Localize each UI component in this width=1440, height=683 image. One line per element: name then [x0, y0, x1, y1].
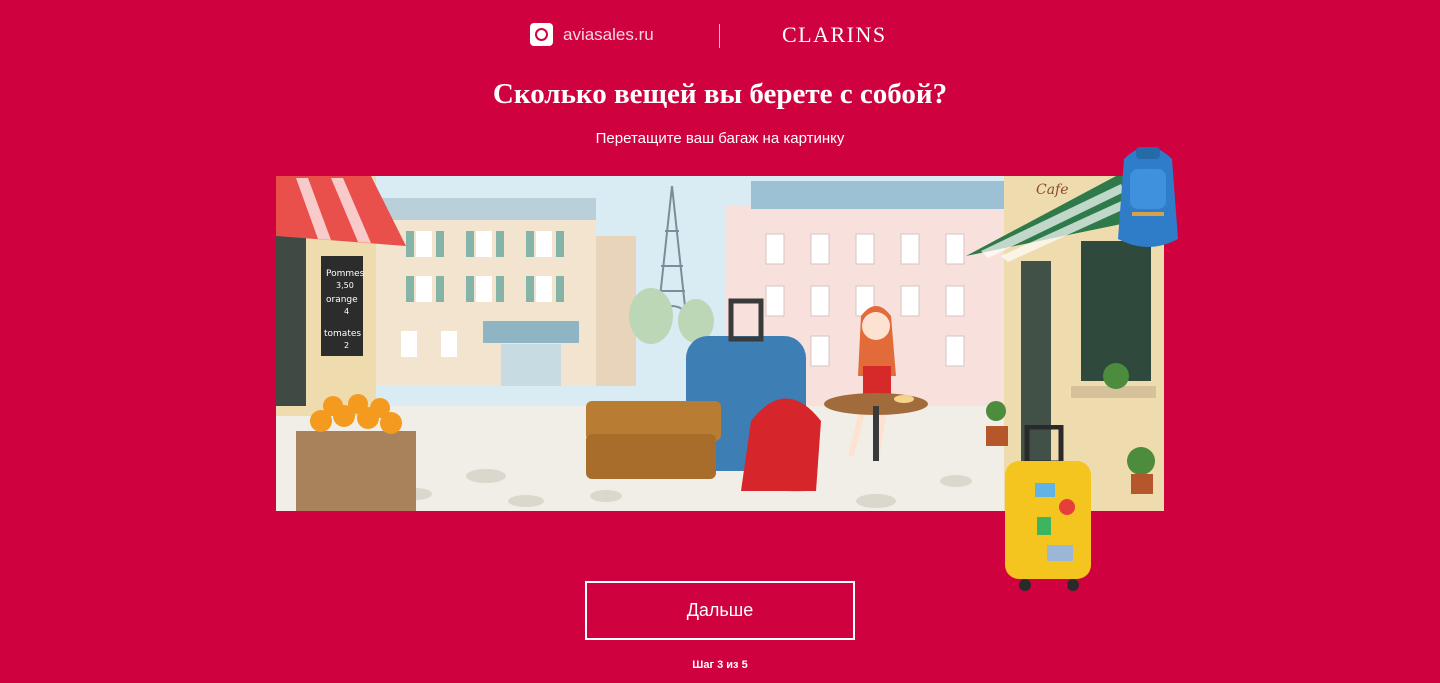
aviasales-logo-text: aviasales.ru	[563, 24, 654, 44]
page-title: Сколько вещей вы берете с собой?	[492, 78, 948, 110]
chalkboard-line-5: tomates	[324, 329, 361, 339]
chalkboard-line-6: 2	[344, 341, 349, 350]
page-subtitle: Перетащите ваш багаж на картинку	[595, 130, 845, 147]
step-indicator: Шаг 3 из 5	[692, 659, 748, 671]
header: aviasales.ru CLARINS	[0, 0, 1440, 70]
aviasales-logo-icon	[530, 23, 553, 46]
clarins-logo[interactable]: CLARINS	[782, 22, 887, 48]
cafe-sign: Cafe	[1036, 182, 1069, 198]
aviasales-logo[interactable]: aviasales.ru	[530, 23, 654, 46]
next-button[interactable]: Дальше	[585, 581, 855, 640]
blue-backpack-item[interactable]	[1112, 139, 1184, 257]
chalkboard-line-1: Pommes	[326, 269, 365, 279]
chalkboard-line-3: orange	[326, 295, 358, 305]
logo-divider	[719, 24, 720, 48]
chalkboard-line-4: 4	[344, 307, 349, 316]
chalkboard-line-2: 3,50	[336, 281, 354, 290]
yellow-suitcase-item[interactable]	[995, 425, 1095, 595]
